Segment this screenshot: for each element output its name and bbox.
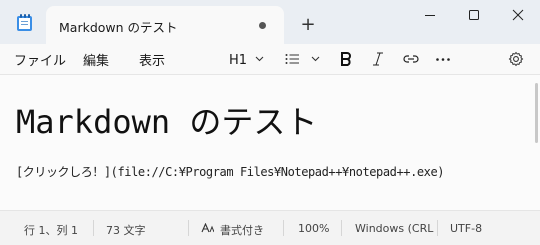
status-divider [283,220,284,236]
title-bar: Markdown のテスト + [0,0,540,44]
line-ending[interactable]: Windows (CRL [355,222,433,235]
editor-area[interactable]: Markdown のテスト [クリックしろ！](file://C:¥Progra… [0,74,540,211]
maximize-icon [469,10,479,20]
unsaved-indicator-icon[interactable] [259,22,266,29]
bulleted-list-icon [285,54,299,64]
link-icon [403,55,419,63]
heading-level-label: H1 [229,53,248,68]
minimize-icon [425,15,435,16]
status-divider [93,220,94,236]
document-heading: Markdown のテスト [16,103,318,141]
maximize-button[interactable] [452,0,496,30]
notepad-app-icon [16,13,33,32]
status-divider [341,220,342,236]
character-count: 73 文字 [106,224,146,237]
close-button[interactable] [496,0,540,30]
link-button[interactable] [403,49,419,69]
minimize-button[interactable] [408,0,452,30]
document-link-line: [クリックしろ！](file://C:¥Program Files¥Notepa… [16,165,445,179]
encoding[interactable]: UTF-8 [450,222,482,235]
menu-file[interactable]: ファイル [14,50,66,69]
format-mode-label: 書式付き [220,224,264,237]
menu-toolbar: ファイル 編集 表示 H1 [0,44,540,74]
italic-button[interactable] [372,49,386,69]
more-options-button[interactable] [436,49,450,69]
vertical-scrollbar[interactable] [535,83,538,143]
new-tab-button[interactable]: + [297,14,319,36]
chevron-down-icon [255,56,264,62]
zoom-level[interactable]: 100% [298,222,329,235]
menu-view[interactable]: 表示 [139,50,165,69]
status-divider [188,220,189,236]
gear-icon [508,51,524,67]
italic-icon [373,52,383,66]
heading-dropdown[interactable]: H1 [229,49,267,69]
menu-edit[interactable]: 編集 [83,50,109,69]
status-divider [437,220,438,236]
more-icon [436,58,450,61]
text-format-icon [201,223,214,233]
tab-title: Markdown のテスト [59,20,178,35]
list-dropdown[interactable] [285,49,323,69]
bold-button[interactable] [340,49,354,69]
close-icon [512,9,524,21]
cursor-position: 行 1、列 1 [24,224,78,237]
status-bar: 行 1、列 1 73 文字 書式付き 100% Windows (CRL UTF… [0,210,540,245]
settings-button[interactable] [508,49,524,69]
document-tab[interactable]: Markdown のテスト [46,6,284,44]
chevron-down-icon [311,56,320,62]
bold-icon [341,52,351,66]
